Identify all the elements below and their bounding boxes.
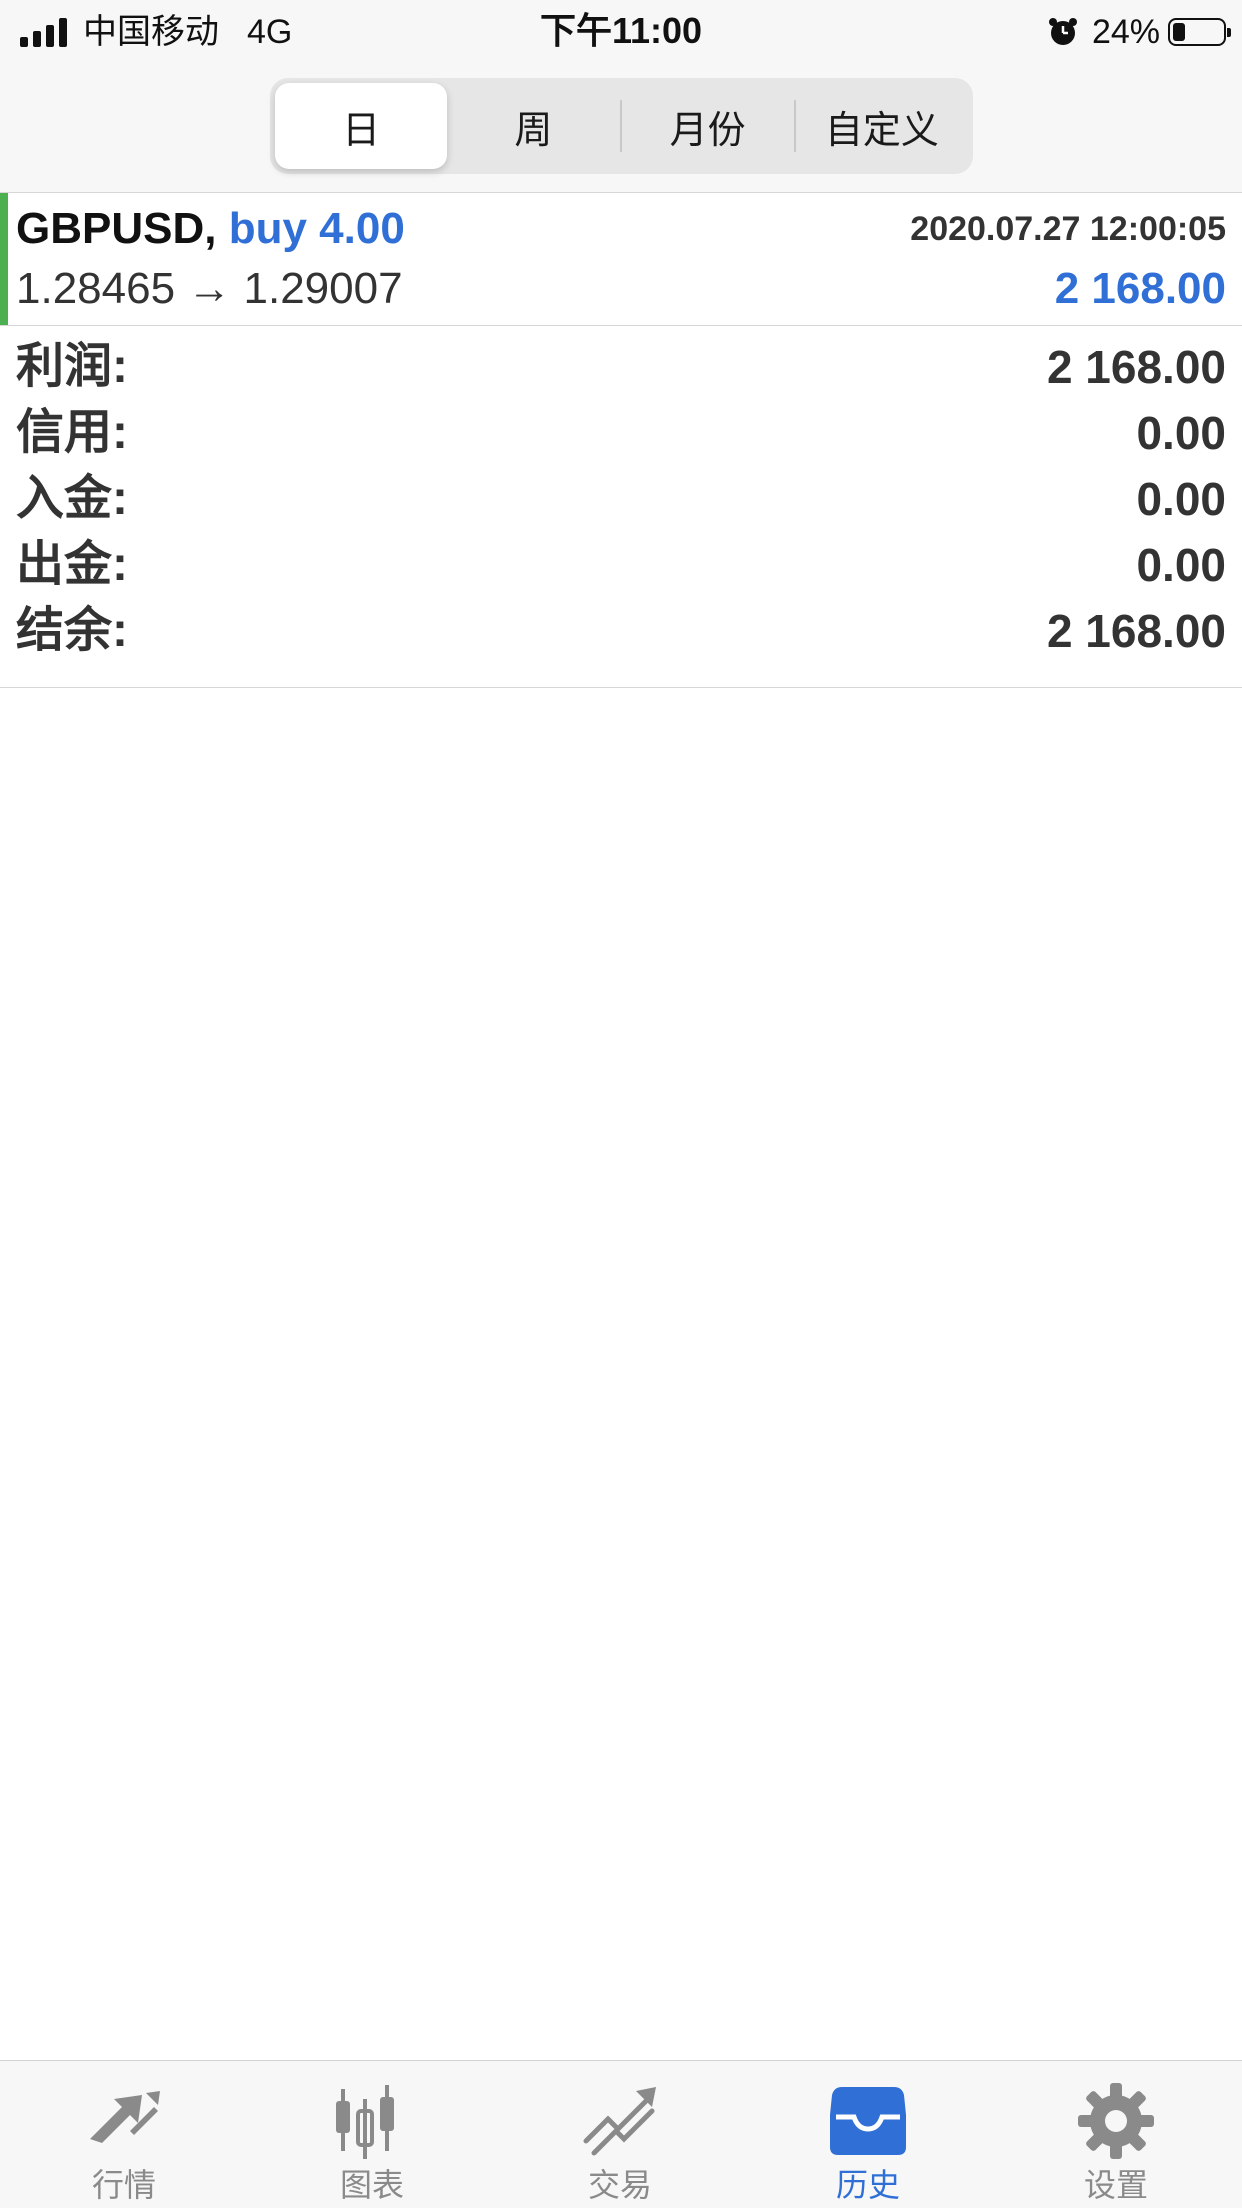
- deal-time: 2020.07.27 12:00:05: [910, 210, 1226, 248]
- deal-indicator-bar: [0, 193, 8, 325]
- battery-icon: [1168, 18, 1231, 46]
- summary-label: 出金:: [16, 538, 128, 591]
- status-right: 24%: [1046, 12, 1231, 52]
- summary-value: 0.00: [1136, 473, 1226, 525]
- period-segmented-control: 日 周 月份 自定义: [270, 78, 973, 174]
- summary-label: 利润:: [16, 340, 128, 393]
- summary-row-credit: 信用: 0.00: [0, 400, 1242, 466]
- period-tab-month[interactable]: 月份: [622, 83, 794, 169]
- deal-title: GBPUSD, buy 4.00: [16, 201, 405, 257]
- tab-label: 图表: [339, 2167, 404, 2203]
- period-toolbar: 日 周 月份 自定义: [0, 62, 1242, 192]
- deal-side: buy 4.00: [228, 204, 405, 253]
- summary-row-profit: 利润: 2 168.00: [0, 334, 1242, 400]
- chart-icon: [336, 2085, 394, 2159]
- history-icon: [830, 2087, 906, 2155]
- deal-symbol: GBPUSD,: [16, 204, 217, 253]
- summary-row-deposit: 入金: 0.00: [0, 466, 1242, 532]
- alarm-icon: [1048, 18, 1077, 45]
- period-tab-week[interactable]: 周: [447, 83, 619, 169]
- deal-profit: 2 168.00: [1054, 264, 1226, 313]
- battery-fill: [1173, 23, 1185, 41]
- summary-row-balance: 结余: 2 168.00: [0, 598, 1242, 664]
- summary-value: 0.00: [1136, 407, 1226, 459]
- deal-prices: 1.28465 → 1.29007: [16, 264, 403, 313]
- tab-label: 交易: [587, 2167, 652, 2203]
- tab-quotes[interactable]: 行情: [24, 2061, 224, 2209]
- period-tab-custom[interactable]: 自定义: [796, 83, 968, 169]
- summary-label: 结余:: [16, 604, 128, 657]
- bottom-tab-bar: 行情 图表 交易 历史 设置: [0, 2060, 1242, 2208]
- status-bar: 中国移动 4G 下午11:00 24%: [0, 0, 1242, 62]
- tab-label: 历史: [835, 2167, 900, 2203]
- summary-section: 利润: 2 168.00 信用: 0.00 入金: 0.00 出金: 0.00 …: [0, 326, 1242, 688]
- trade-icon: [583, 2087, 656, 2156]
- period-tab-day[interactable]: 日: [275, 83, 448, 169]
- summary-label: 入金:: [16, 472, 128, 525]
- battery-percent: 24%: [1091, 13, 1160, 51]
- summary-value: 2 168.00: [1046, 605, 1226, 657]
- deal-row[interactable]: GBPUSD, buy 4.00 2020.07.27 12:00:05 1.2…: [0, 192, 1242, 326]
- tab-trade[interactable]: 交易: [520, 2061, 720, 2209]
- tab-settings[interactable]: 设置: [1016, 2061, 1216, 2209]
- summary-row-withdrawal: 出金: 0.00: [0, 532, 1242, 598]
- tab-chart[interactable]: 图表: [272, 2061, 472, 2209]
- summary-value: 2 168.00: [1046, 341, 1226, 393]
- tab-label: 设置: [1083, 2167, 1148, 2203]
- summary-label: 信用:: [16, 406, 128, 459]
- summary-value: 0.00: [1136, 539, 1226, 591]
- settings-icon: [1078, 2083, 1154, 2159]
- tab-history[interactable]: 历史: [768, 2061, 968, 2209]
- tab-label: 行情: [91, 2167, 156, 2203]
- quotes-icon: [90, 2091, 160, 2143]
